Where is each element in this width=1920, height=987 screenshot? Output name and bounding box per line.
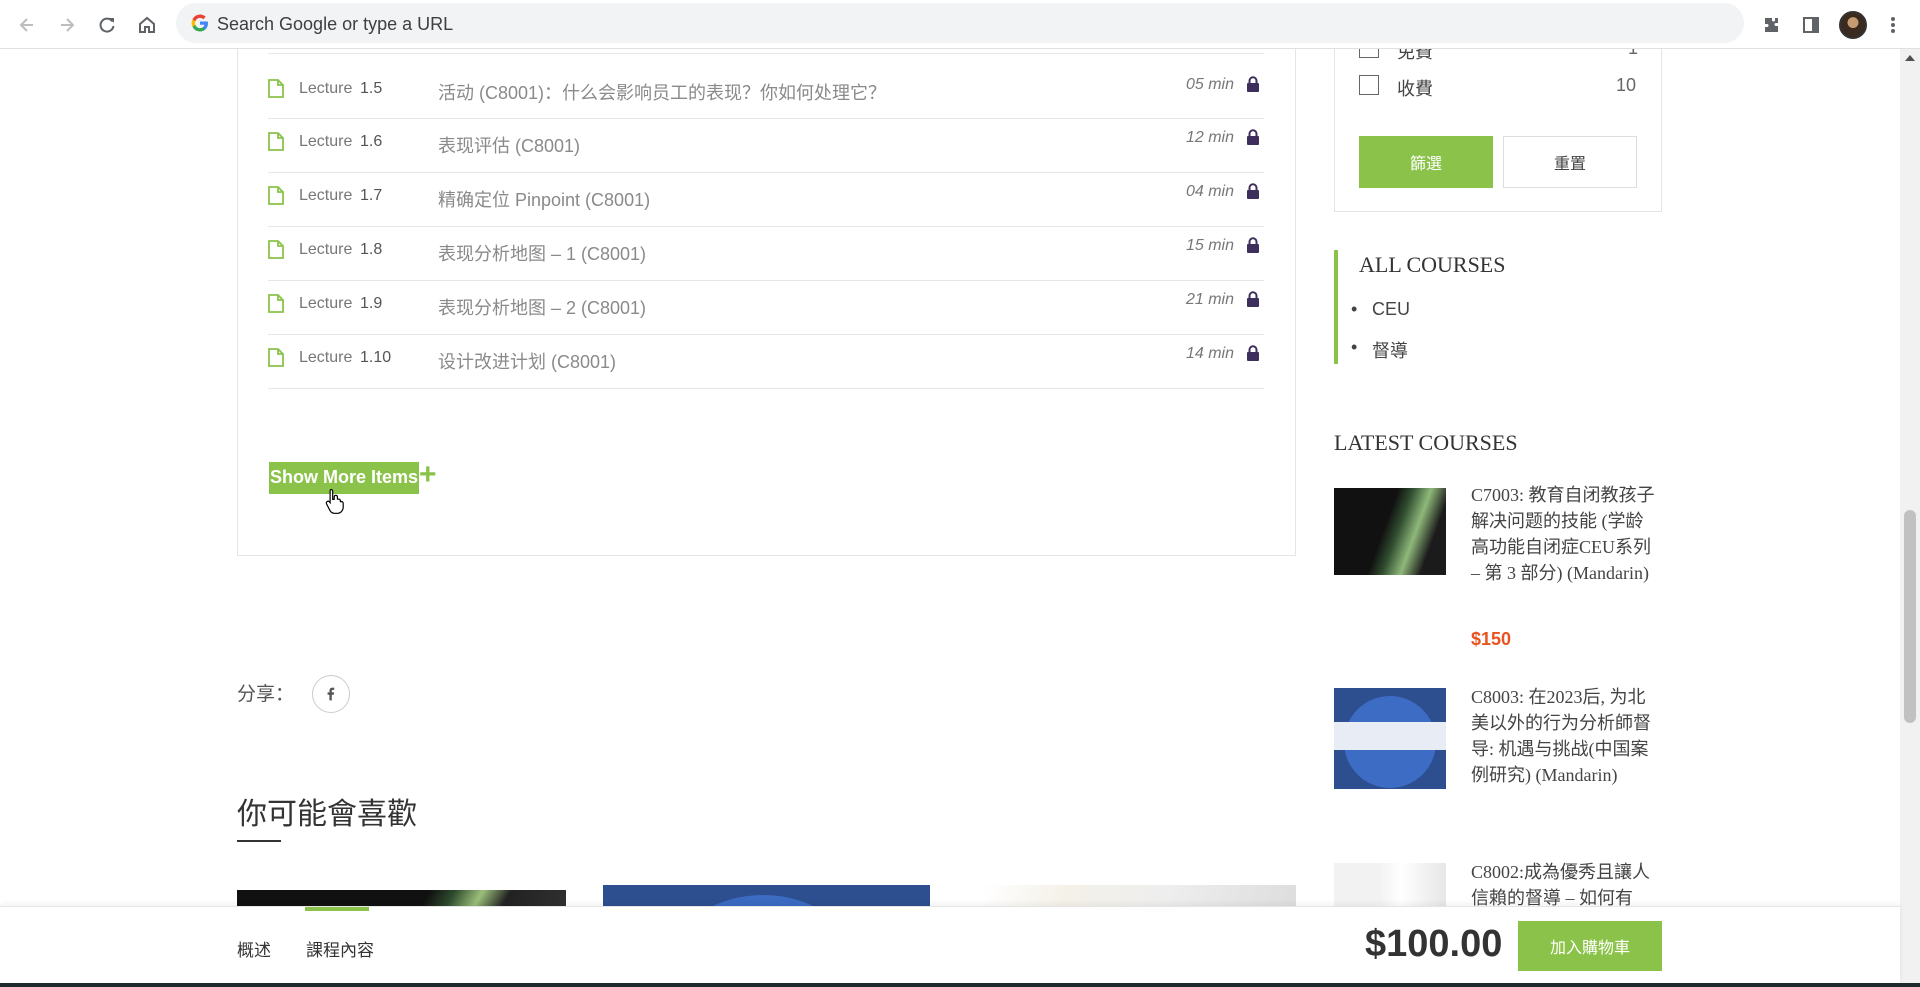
lecture-title[interactable]: 设计改进计划 (C8001) <box>438 348 616 374</box>
omnibox-text[interactable]: Search Google or type a URL <box>217 14 453 35</box>
lecture-duration: 12 min <box>1185 129 1234 146</box>
extensions-icon[interactable] <box>1755 9 1787 41</box>
reload-icon[interactable] <box>91 9 123 41</box>
lecture-number: 1.10 <box>360 349 392 366</box>
lecture-number: 1.8 <box>360 241 383 258</box>
lock-icon <box>1247 291 1259 307</box>
document-icon <box>268 294 284 313</box>
lecture-title[interactable]: 表现分析地图 – 2 (C8001) <box>438 294 646 320</box>
filter-checkbox-free[interactable] <box>1359 49 1379 58</box>
all-courses-title: ALL COURSES <box>1359 252 1506 277</box>
section-accent-bar <box>1334 250 1338 364</box>
hand-cursor-icon <box>325 488 344 514</box>
lock-icon <box>1247 345 1259 361</box>
plus-icon[interactable]: + <box>419 460 437 490</box>
filter-checkbox-paid[interactable] <box>1359 75 1379 95</box>
lecture-type: Lecture <box>299 349 353 366</box>
add-to-cart-button[interactable]: 加入購物車 <box>1518 921 1662 971</box>
lecture-duration: 05 min <box>1185 76 1234 93</box>
lecture-duration: 04 min <box>1185 183 1234 200</box>
course-price: $100.00 <box>1365 923 1503 965</box>
facebook-share-button[interactable] <box>312 675 350 713</box>
tab-overview[interactable]: 概述 <box>237 936 271 961</box>
lecture-number: 1.9 <box>360 295 383 312</box>
category-link-supervision[interactable]: 督導 <box>1351 337 1408 363</box>
lecture-type: Lecture <box>299 187 353 204</box>
page-content: Lecture 1.5 活动 (C8001)：什么会影响员工的表现？你如何处理它？ 0… <box>0 49 1920 987</box>
reset-button[interactable]: 重置 <box>1503 136 1637 188</box>
back-icon[interactable] <box>11 9 43 41</box>
document-icon <box>268 240 284 259</box>
latest-course-title[interactable]: C8002:成為優秀且讓人信賴的督導 – 如何有 <box>1471 859 1661 911</box>
document-icon <box>268 132 284 151</box>
lecture-title[interactable]: 表现分析地图 – 1 (C8001) <box>438 240 646 266</box>
omnibox[interactable]: Search Google or type a URL <box>176 3 1744 43</box>
latest-course-title[interactable]: C7003: 教育自闭教孩子解决问题的技能 (学龄高功能自闭症CEU系列 – 第… <box>1471 482 1661 586</box>
profile-avatar[interactable] <box>1837 9 1869 41</box>
home-icon[interactable] <box>131 9 163 41</box>
lecture-duration: 15 min <box>1185 237 1234 254</box>
filter-count-paid: 10 <box>1616 75 1637 95</box>
latest-course-thumbnail[interactable] <box>1334 488 1446 575</box>
lecture-title[interactable]: 精确定位 Pinpoint (C8001) <box>438 186 650 212</box>
lecture-title[interactable]: 活动 (C8001)：什么会影响员工的表现？你如何处理它？ <box>438 79 886 105</box>
google-icon <box>191 14 208 32</box>
document-icon <box>268 186 284 205</box>
latest-courses-title: LATEST COURSES <box>1334 430 1518 455</box>
lecture-number: 1.5 <box>360 80 383 97</box>
lock-icon <box>1247 129 1259 145</box>
lecture-type: Lecture <box>299 295 353 312</box>
lecture-title[interactable]: 表现评估 (C8001) <box>438 132 580 158</box>
share-label: 分享： <box>237 684 295 705</box>
title-underline <box>237 840 281 842</box>
active-tab-indicator <box>305 907 369 911</box>
menu-icon[interactable] <box>1877 9 1909 41</box>
scroll-thumb[interactable] <box>1904 510 1916 723</box>
latest-course-title[interactable]: C8003: 在2023后, 为北美以外的行为分析師督导: 机遇与挑战(中国案例… <box>1471 684 1661 788</box>
lecture-type: Lecture <box>299 133 353 150</box>
lecture-row[interactable]: Lecture 1.10 设计改进计划 (C8001) 14 min <box>268 323 1264 389</box>
filter-label-free: 免費 <box>1397 49 1433 62</box>
forward-icon[interactable] <box>51 9 83 41</box>
lecture-type: Lecture <box>299 80 353 97</box>
side-panel-icon[interactable] <box>1795 9 1827 41</box>
document-icon <box>268 348 284 367</box>
category-link-ceu[interactable]: CEU <box>1351 299 1410 320</box>
lock-icon <box>1247 237 1259 253</box>
tab-course-content[interactable]: 課程內容 <box>306 936 374 961</box>
page-scrollbar[interactable] <box>1900 49 1920 987</box>
document-icon <box>268 79 284 98</box>
browser-toolbar: Search Google or type a URL <box>0 0 1920 49</box>
lecture-type: Lecture <box>299 241 353 258</box>
facebook-icon <box>327 687 335 701</box>
filter-count-free: 1 <box>1628 49 1638 59</box>
filter-button[interactable]: 篩選 <box>1359 136 1493 188</box>
lock-icon <box>1247 76 1259 92</box>
latest-course-thumbnail[interactable] <box>1334 688 1446 789</box>
lecture-duration: 21 min <box>1185 291 1234 308</box>
sticky-course-bar: 概述 課程內容 $100.00 加入購物車 <box>0 906 1900 983</box>
lecture-duration: 14 min <box>1185 345 1234 362</box>
lock-icon <box>1247 183 1259 199</box>
filter-label-paid: 收費 <box>1397 79 1433 99</box>
latest-course-price: $150 <box>1471 629 1512 649</box>
lecture-number: 1.7 <box>360 187 383 204</box>
scroll-up-arrow-icon[interactable] <box>1905 55 1915 61</box>
may-like-title: 你可能會喜歡 <box>237 798 417 831</box>
taskbar-strip <box>0 983 1920 987</box>
lecture-number: 1.6 <box>360 133 383 150</box>
